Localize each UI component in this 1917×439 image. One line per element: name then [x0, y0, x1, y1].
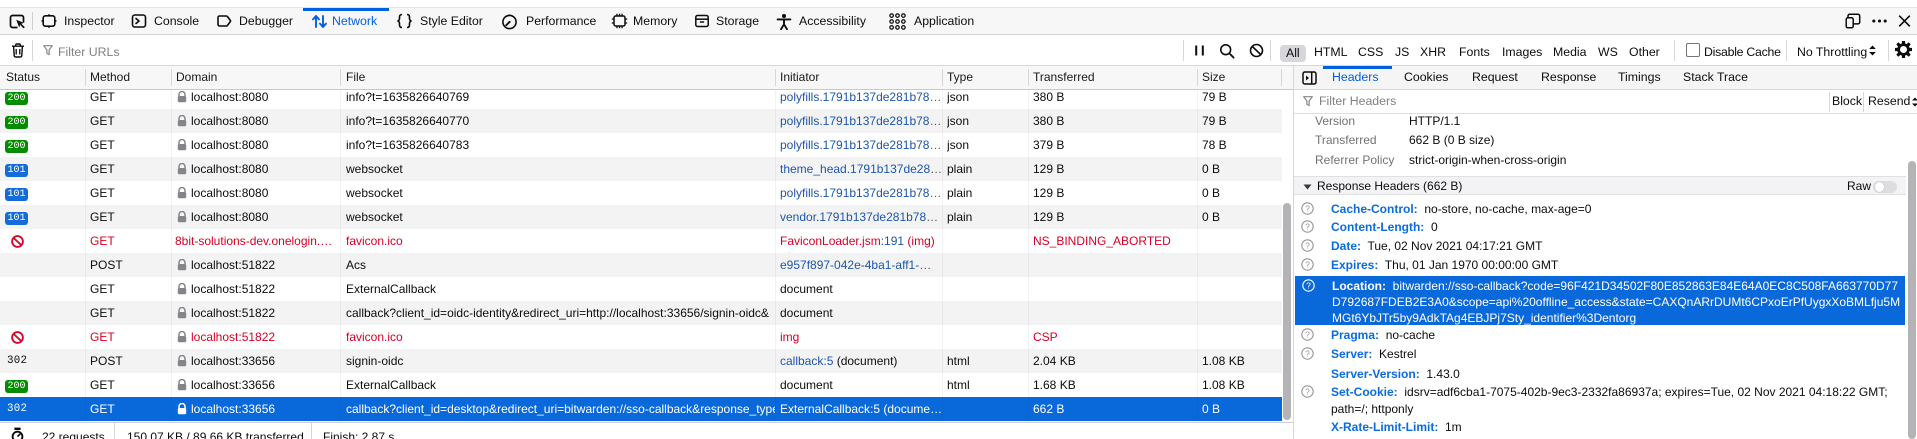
svg-text:?: ? [1306, 280, 1311, 290]
svg-text:?: ? [1305, 386, 1310, 396]
svg-text:?: ? [1305, 348, 1310, 358]
svg-text:?: ? [1305, 240, 1310, 250]
svg-text:?: ? [1305, 259, 1310, 269]
svg-text:?: ? [1305, 203, 1310, 213]
svg-text:?: ? [1305, 221, 1310, 231]
svg-text:?: ? [1305, 329, 1310, 339]
